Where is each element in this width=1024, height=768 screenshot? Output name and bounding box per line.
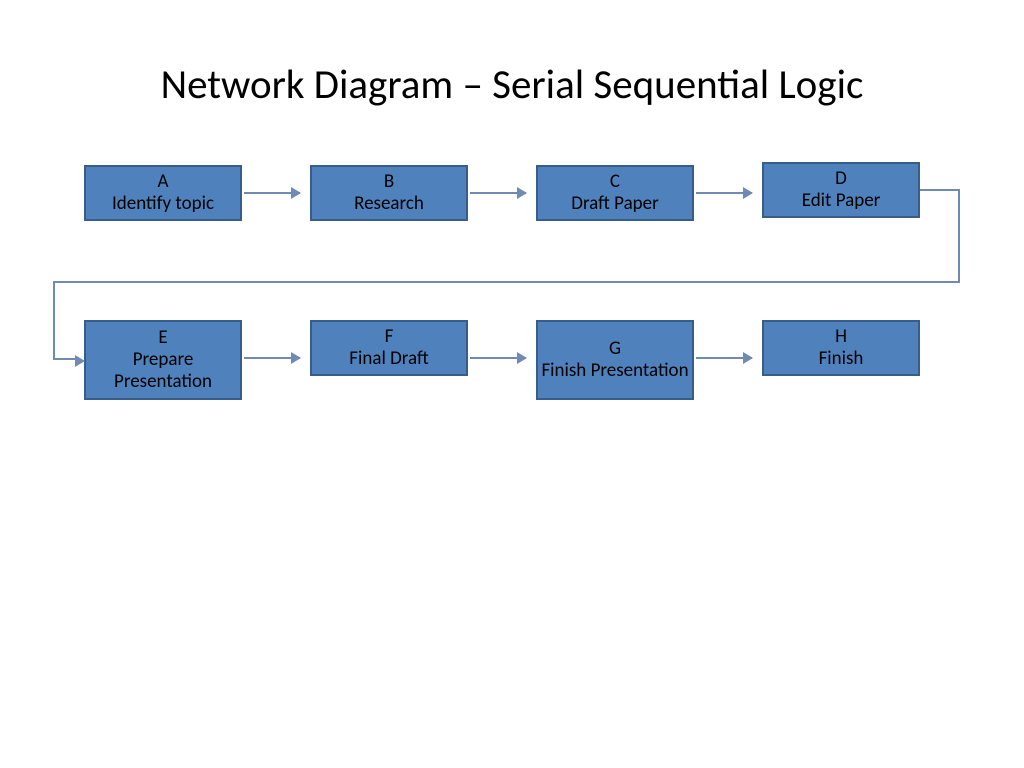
slide-title: Network Diagram – Serial Sequential Logi… [0, 60, 1024, 110]
node-b: B Research [310, 165, 468, 221]
node-d-letter: D [835, 168, 847, 190]
connector-d-e-arrowhead [75, 355, 85, 367]
node-h-letter: H [835, 326, 847, 348]
node-g: G Finish Presentation [536, 320, 694, 400]
node-a: A Identify topic [84, 165, 242, 221]
connector-d-e-seg5 [53, 358, 75, 360]
node-a-label: Identify topic [112, 193, 214, 215]
node-f: F Final Draft [310, 320, 468, 376]
node-f-letter: F [385, 326, 394, 348]
slide: Network Diagram – Serial Sequential Logi… [0, 0, 1024, 768]
arrow-c-d [696, 192, 752, 194]
node-d: D Edit Paper [762, 162, 920, 218]
connector-d-e-seg4 [53, 281, 55, 360]
node-c-letter: C [610, 171, 620, 193]
node-d-label: Edit Paper [802, 190, 881, 212]
node-e-letter: E [158, 327, 167, 349]
node-g-letter: G [609, 338, 621, 360]
node-g-label: Finish Presentation [541, 360, 688, 382]
node-e: E Prepare Presentation [84, 320, 242, 400]
node-f-label: Final Draft [349, 348, 428, 370]
node-b-letter: B [384, 171, 394, 193]
node-c: C Draft Paper [536, 165, 694, 221]
node-e-label: Prepare Presentation [86, 349, 240, 393]
arrow-e-f [244, 357, 300, 359]
node-b-label: Research [354, 193, 424, 215]
node-c-label: Draft Paper [571, 193, 658, 215]
arrow-a-b [244, 192, 300, 194]
arrow-b-c [470, 192, 526, 194]
node-h-label: Finish [819, 348, 864, 370]
node-a-letter: A [158, 171, 169, 193]
node-h: H Finish [762, 320, 920, 376]
arrow-g-h [696, 357, 752, 359]
arrow-f-g [470, 357, 526, 359]
connector-d-e-seg2 [958, 189, 960, 283]
connector-d-e-seg1 [920, 189, 960, 191]
connector-d-e-seg3 [53, 281, 960, 283]
